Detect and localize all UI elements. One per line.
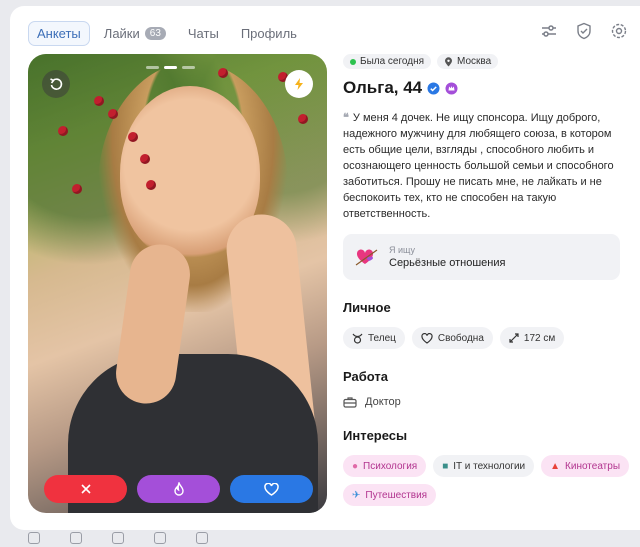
hearts-arrow-icon xyxy=(355,249,378,266)
interest-pill: ■ IT и технологии xyxy=(433,455,535,477)
swipe-actions xyxy=(44,475,313,503)
verified-icon xyxy=(427,82,440,94)
fire-icon xyxy=(173,481,184,496)
undo-icon xyxy=(50,78,63,90)
tab-chats[interactable]: Чаты xyxy=(180,22,227,45)
profile-card: Анкеты Лайки 63 Чаты Профиль Была сегодн… xyxy=(10,6,640,530)
online-status: Была сегодня xyxy=(343,54,432,69)
bio-text: ❝ У меня 4 дочек. Не ищу спонсора. Ищу до… xyxy=(343,112,614,220)
like-button[interactable] xyxy=(230,475,313,503)
close-icon xyxy=(80,484,91,494)
interests-heading: Интересы xyxy=(343,428,408,443)
dislike-button[interactable] xyxy=(44,475,127,503)
taurus-icon xyxy=(352,333,363,344)
relationship-pill: Свободна xyxy=(411,327,493,349)
undo-button[interactable] xyxy=(42,70,70,98)
interest-pill: ▲ Кинотеатры xyxy=(541,455,630,477)
likes-count-badge: 63 xyxy=(144,26,166,40)
airplane-icon: ✈ xyxy=(352,489,361,501)
heart-outline-icon xyxy=(421,332,433,344)
height-icon xyxy=(509,333,519,343)
zodiac-pill: Телец xyxy=(343,327,405,349)
personal-heading: Личное xyxy=(343,300,391,315)
premium-crown-icon xyxy=(445,82,458,94)
interests-pills: ● Психология ■ IT и технологии ▲ Кинотеатры… xyxy=(343,455,633,506)
top-nav: Анкеты Лайки 63 Чаты Профиль xyxy=(28,20,305,46)
cherry xyxy=(298,114,308,124)
robot-icon: ■ xyxy=(442,460,449,472)
work-heading: Работа xyxy=(343,369,388,384)
cherry xyxy=(146,180,156,190)
profile-photo[interactable] xyxy=(28,54,327,513)
quote-icon: ❝ xyxy=(343,112,349,124)
settings-icon[interactable] xyxy=(610,22,628,40)
tab-profile[interactable]: Профиль xyxy=(233,22,305,45)
cherry xyxy=(140,154,150,164)
lightning-icon xyxy=(295,78,303,90)
cherry xyxy=(58,126,68,136)
online-dot-icon xyxy=(350,58,356,65)
cherry xyxy=(108,109,118,119)
briefcase-icon xyxy=(343,397,357,408)
interest-pill: ● Психология xyxy=(343,455,427,477)
profile-info: Была сегодня Москва Ольга, 44 ❝ У меня 4 … xyxy=(343,54,633,506)
filters-icon[interactable] xyxy=(540,22,558,40)
looking-for-card: Я ищу Серьёзные отношения xyxy=(343,234,620,280)
photo-pagination xyxy=(146,66,195,69)
popcorn-icon: ▲ xyxy=(550,460,561,472)
super-like-button[interactable] xyxy=(137,475,220,503)
personal-pills: Телец Свободна 172 см xyxy=(343,327,633,349)
tab-likes[interactable]: Лайки 63 xyxy=(96,22,174,45)
boost-button[interactable] xyxy=(285,70,313,98)
top-icons xyxy=(540,22,628,40)
brain-icon: ● xyxy=(352,460,359,472)
city-chip: Москва xyxy=(437,54,499,69)
cherry xyxy=(94,96,104,106)
cherry xyxy=(218,68,228,78)
heart-icon xyxy=(264,482,279,496)
cherry xyxy=(72,184,82,194)
interest-pill: ✈ Путешествия xyxy=(343,484,437,506)
profile-name-age: Ольга, 44 xyxy=(343,78,423,97)
job-row: Доктор xyxy=(343,396,633,408)
location-pin-icon xyxy=(445,56,453,66)
bottom-bar-partial xyxy=(0,532,640,547)
shield-icon[interactable] xyxy=(575,22,593,40)
height-pill: 172 см xyxy=(499,327,565,349)
tab-ankety[interactable]: Анкеты xyxy=(28,20,90,46)
cherry xyxy=(128,132,138,142)
